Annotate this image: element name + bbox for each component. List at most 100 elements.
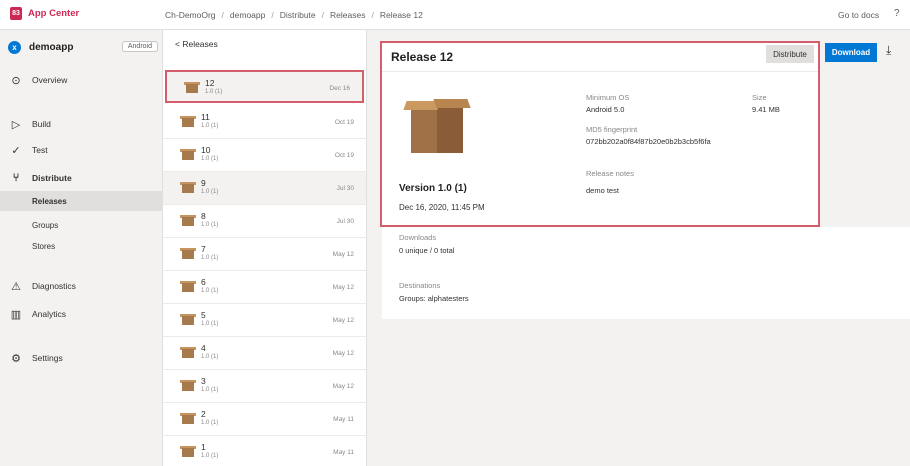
release-date: May 12 bbox=[332, 350, 354, 357]
release-row[interactable]: 3 1.0 (1) May 12 bbox=[163, 370, 366, 403]
size-value: 9.41 MB bbox=[752, 105, 780, 114]
sidebar: x demoapp Android ⊙ Overview ▷ Build ✓ T… bbox=[0, 30, 163, 466]
release-info-card: Downloads 0 unique / 0 total Destination… bbox=[382, 227, 910, 319]
release-version: 1.0 (1) bbox=[201, 189, 219, 195]
release-row[interactable]: 9 1.0 (1) Jul 30 bbox=[163, 172, 366, 205]
package-icon bbox=[180, 346, 196, 358]
release-number: 10 bbox=[201, 145, 211, 155]
brand-name[interactable]: App Center bbox=[28, 8, 79, 19]
release-number: 12 bbox=[205, 78, 215, 88]
release-row[interactable]: 12 1.0 (1) Dec 16 bbox=[165, 70, 364, 103]
releases-list: < Releases 12 1.0 (1) Dec 16 11 1.0 (1) … bbox=[163, 30, 367, 466]
sidebar-item-releases[interactable]: Releases bbox=[0, 191, 163, 211]
release-date: Oct 19 bbox=[334, 119, 354, 126]
app-selector[interactable]: x demoapp Android bbox=[8, 38, 158, 56]
sidebar-item-groups[interactable]: Groups bbox=[0, 215, 163, 235]
sidebar-item-test[interactable]: ✓ Test bbox=[8, 140, 158, 160]
sidebar-item-label: Distribute bbox=[32, 173, 72, 183]
release-version: 1.0 (1) bbox=[201, 387, 219, 393]
release-number: 6 bbox=[201, 277, 206, 287]
size-label: Size bbox=[752, 93, 767, 102]
release-date: May 12 bbox=[332, 251, 354, 258]
release-number: 8 bbox=[201, 211, 206, 221]
release-version: 1.0 (1) bbox=[201, 321, 219, 327]
overview-icon: ⊙ bbox=[11, 74, 21, 87]
help-icon[interactable]: ? bbox=[894, 8, 900, 19]
release-row[interactable]: 4 1.0 (1) May 12 bbox=[163, 337, 366, 370]
release-number: 2 bbox=[201, 409, 206, 419]
destinations-value: Groups: alphatesters bbox=[399, 294, 469, 303]
release-date: Dec 16 bbox=[329, 85, 350, 92]
release-number: 5 bbox=[201, 310, 206, 320]
go-to-docs-link[interactable]: Go to docs bbox=[838, 10, 879, 20]
divider bbox=[382, 71, 818, 72]
release-card: Release 12 Distribute Version 1.0 (1) De… bbox=[380, 41, 820, 227]
download-button[interactable]: Download bbox=[825, 43, 877, 62]
package-icon bbox=[180, 379, 196, 391]
page-title: Release 12 bbox=[391, 50, 454, 64]
release-date: May 12 bbox=[332, 383, 354, 390]
sidebar-item-label: Settings bbox=[32, 353, 63, 363]
release-notes-label: Release notes bbox=[586, 169, 634, 178]
release-version: 1.0 (1) bbox=[201, 288, 219, 294]
sidebar-item-label: Build bbox=[32, 119, 51, 129]
release-row[interactable]: 1 1.0 (1) May 11 bbox=[163, 436, 366, 466]
release-version: 1.0 (1) bbox=[201, 222, 219, 228]
releases-back-link[interactable]: < Releases bbox=[175, 39, 218, 49]
release-number: 11 bbox=[201, 112, 210, 122]
downloads-value: 0 unique / 0 total bbox=[399, 246, 455, 255]
package-icon bbox=[180, 313, 196, 325]
package-icon bbox=[180, 247, 196, 259]
breadcrumb-app[interactable]: demoapp bbox=[230, 10, 265, 20]
sidebar-item-diagnostics[interactable]: ⚠ Diagnostics bbox=[8, 276, 158, 296]
release-date: May 11 bbox=[333, 449, 354, 456]
build-icon: ▷ bbox=[11, 118, 21, 131]
release-row[interactable]: 2 1.0 (1) May 11 bbox=[163, 403, 366, 436]
os-badge: Android bbox=[121, 41, 158, 52]
sidebar-item-distribute[interactable]: ⑂ Distribute bbox=[8, 168, 158, 188]
sidebar-item-label: Analytics bbox=[32, 309, 67, 319]
release-row[interactable]: 6 1.0 (1) May 12 bbox=[163, 271, 366, 304]
sidebar-item-settings[interactable]: ⚙ Settings bbox=[8, 348, 158, 368]
sidebar-item-build[interactable]: ▷ Build bbox=[8, 114, 158, 134]
md5-label: MD5 fingerprint bbox=[586, 125, 638, 134]
distribute-button[interactable]: Distribute bbox=[766, 45, 814, 63]
sidebar-item-label: Diagnostics bbox=[32, 281, 76, 291]
release-date: Jul 30 bbox=[336, 218, 354, 225]
release-details: Release 12 Distribute Version 1.0 (1) De… bbox=[367, 30, 910, 466]
release-row[interactable]: 10 1.0 (1) Oct 19 bbox=[163, 139, 366, 172]
sidebar-item-overview[interactable]: ⊙ Overview bbox=[8, 70, 158, 90]
release-notes-value: demo test bbox=[586, 186, 619, 195]
breadcrumb-separator: / bbox=[321, 10, 325, 20]
breadcrumb-distribute[interactable]: Distribute bbox=[280, 10, 316, 20]
release-version: 1.0 (1) bbox=[201, 123, 219, 129]
sidebar-item-stores[interactable]: Stores bbox=[0, 236, 163, 256]
download-arrow-icon[interactable]: ⤓ bbox=[886, 43, 891, 58]
package-icon bbox=[184, 81, 200, 93]
release-version: 1.0 (1) bbox=[205, 89, 223, 95]
sidebar-item-label: Test bbox=[32, 145, 48, 155]
release-row[interactable]: 11 1.0 (1) Oct 19 bbox=[163, 106, 366, 139]
downloads-label: Downloads bbox=[399, 233, 437, 242]
release-row[interactable]: 8 1.0 (1) Jul 30 bbox=[163, 205, 366, 238]
package-icon bbox=[180, 181, 196, 193]
min-os-label: Minimum OS bbox=[586, 93, 630, 102]
sidebar-item-analytics[interactable]: ▥ Analytics bbox=[8, 304, 158, 324]
destinations-label: Destinations bbox=[399, 281, 441, 290]
package-icon bbox=[180, 445, 196, 457]
release-number: 3 bbox=[201, 376, 206, 386]
breadcrumb-org[interactable]: Ch-DemoOrg bbox=[165, 10, 216, 20]
distribute-icon: ⑂ bbox=[12, 172, 20, 184]
analytics-icon: ▥ bbox=[10, 308, 22, 321]
release-row[interactable]: 7 1.0 (1) May 12 bbox=[163, 238, 366, 271]
release-date: May 12 bbox=[332, 284, 354, 291]
warning-icon: ⚠ bbox=[11, 280, 21, 293]
top-bar: 83 App Center Ch-DemoOrg / demoapp / Dis… bbox=[0, 0, 910, 30]
app-icon: x bbox=[8, 40, 21, 54]
breadcrumb-releases[interactable]: Releases bbox=[330, 10, 365, 20]
gear-icon: ⚙ bbox=[11, 352, 21, 365]
brand[interactable]: 83 App Center bbox=[10, 7, 79, 20]
release-row[interactable]: 5 1.0 (1) May 12 bbox=[163, 304, 366, 337]
md5-value: 072bb202a0f84f87b20e0b2b3cb5f6fa bbox=[586, 137, 711, 146]
release-version: 1.0 (1) bbox=[201, 420, 219, 426]
